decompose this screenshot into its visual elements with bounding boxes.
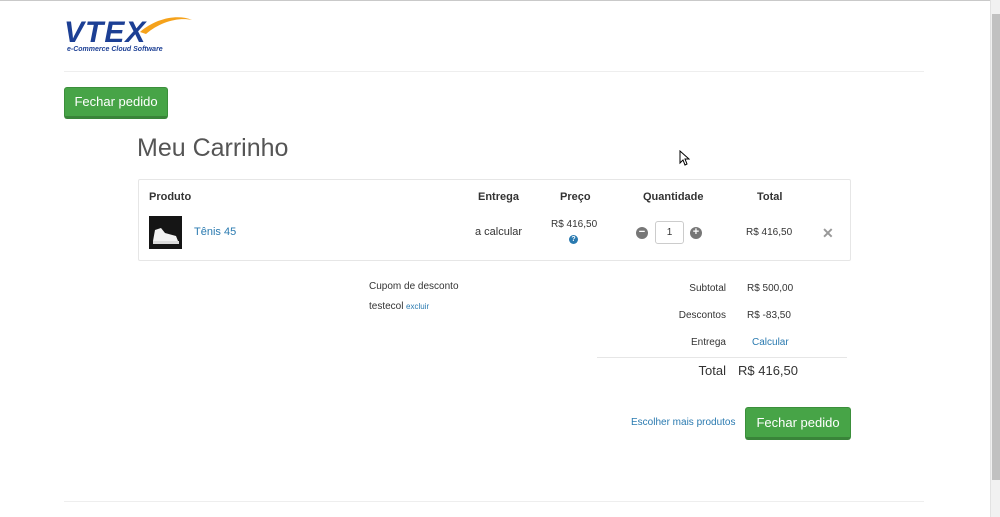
subtotal-value: R$ 500,00 bbox=[747, 283, 794, 294]
shipping-label: Entrega bbox=[690, 337, 726, 348]
vtex-logo[interactable]: VTEX e-Commerce Cloud Software bbox=[64, 14, 194, 58]
summary-divider bbox=[597, 357, 847, 358]
product-name-link[interactable]: Tênis 45 bbox=[194, 226, 236, 238]
column-header-quantity: Quantidade bbox=[643, 191, 704, 203]
footer-divider bbox=[64, 501, 924, 502]
logo-swoosh-icon bbox=[140, 17, 192, 34]
column-header-product: Produto bbox=[149, 191, 192, 203]
subtotal-label: Subtotal bbox=[689, 283, 726, 294]
close-order-button-top[interactable]: Fechar pedido bbox=[64, 87, 168, 119]
sneaker-icon bbox=[149, 216, 182, 249]
close-order-button-bottom[interactable]: Fechar pedido bbox=[745, 407, 851, 440]
total-label: Total bbox=[698, 363, 726, 378]
item-delivery: a calcular bbox=[475, 226, 523, 238]
item-total: R$ 416,50 bbox=[746, 227, 793, 238]
remove-coupon-link[interactable]: excluir bbox=[406, 302, 429, 311]
mouse-cursor-icon bbox=[679, 150, 690, 166]
column-header-total: Total bbox=[757, 191, 783, 203]
discounts-value: R$ -83,50 bbox=[747, 310, 791, 321]
column-header-delivery: Entrega bbox=[478, 191, 519, 203]
total-value: R$ 416,50 bbox=[738, 363, 798, 378]
logo-wordmark: VTEX bbox=[64, 16, 147, 49]
coupon-label: Cupom de desconto bbox=[369, 281, 459, 292]
window-top-border bbox=[0, 0, 990, 1]
page-title: Meu Carrinho bbox=[137, 134, 289, 162]
scrollbar-thumb[interactable] bbox=[992, 14, 1000, 480]
decrease-quantity-button[interactable]: − bbox=[636, 227, 648, 239]
quantity-input[interactable] bbox=[655, 221, 684, 244]
discounts-label: Descontos bbox=[678, 310, 726, 321]
remove-item-icon[interactable]: ✕ bbox=[822, 225, 834, 242]
calculate-shipping-link[interactable]: Calcular bbox=[752, 337, 789, 348]
column-header-price: Preço bbox=[560, 191, 591, 203]
increase-quantity-button[interactable]: + bbox=[690, 227, 702, 239]
vertical-scrollbar[interactable] bbox=[990, 0, 1000, 517]
item-price: R$ 416,50 bbox=[551, 219, 598, 230]
header-divider bbox=[64, 71, 924, 72]
logo-tagline: e-Commerce Cloud Software bbox=[67, 46, 163, 53]
coupon-code: testecol bbox=[369, 301, 404, 312]
price-help-icon[interactable]: ? bbox=[569, 235, 578, 244]
continue-shopping-link[interactable]: Escolher mais produtos bbox=[631, 417, 736, 428]
product-image[interactable] bbox=[149, 216, 182, 249]
